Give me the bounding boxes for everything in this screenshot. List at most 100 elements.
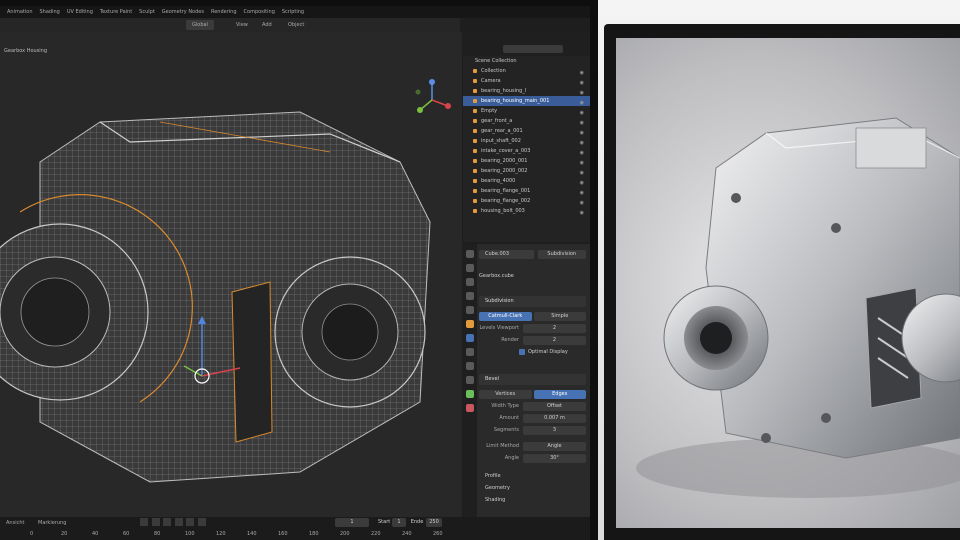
outliner-item[interactable]: bearing_housing_main_001 ◉ <box>463 96 590 106</box>
outliner-item[interactable]: Collection ◉ <box>463 66 590 76</box>
modifier-tab-icon[interactable] <box>466 334 474 342</box>
workspace-tab[interactable]: Geometry Nodes <box>162 9 204 15</box>
outliner-item[interactable]: bearing_2000_001 ◉ <box>463 156 590 166</box>
outliner-item[interactable]: housing_bolt_003 ◉ <box>463 206 590 216</box>
outliner-item[interactable]: bearing_4000 ◉ <box>463 176 590 186</box>
world-tab-icon[interactable] <box>466 306 474 314</box>
outliner-item[interactable]: gear_rear_a_001 ◉ <box>463 126 590 136</box>
shading-subpanel[interactable]: Shading <box>479 494 586 506</box>
visibility-eye-icon[interactable]: ◉ <box>580 158 584 166</box>
data-tab-icon[interactable] <box>466 390 474 398</box>
visibility-eye-icon[interactable]: ◉ <box>580 138 584 146</box>
view-menu[interactable]: View <box>236 18 248 32</box>
editor-screen: Animation Shading UV Editing Texture Paint S… <box>0 6 590 540</box>
workspace-tab[interactable]: Texture Paint <box>100 9 132 15</box>
particles-tab-icon[interactable] <box>466 348 474 356</box>
timeline-view-menu[interactable]: Ansicht <box>6 520 24 526</box>
object-icon <box>473 159 477 163</box>
outliner-item-label: bearing_flange_002 <box>481 198 531 204</box>
visibility-eye-icon[interactable]: ◉ <box>580 168 584 176</box>
outliner-item[interactable]: Empty ◉ <box>463 106 590 116</box>
visibility-eye-icon[interactable]: ◉ <box>580 148 584 156</box>
prev-keyframe-icon[interactable] <box>151 518 160 526</box>
visibility-eye-icon[interactable]: ◉ <box>580 128 584 136</box>
edges-toggle[interactable]: Edges <box>533 389 586 399</box>
levels-viewport-field[interactable]: 2 <box>523 323 586 333</box>
simple-toggle[interactable]: Simple <box>533 311 586 321</box>
workspace-tab[interactable]: Sculpt <box>139 9 155 15</box>
visibility-eye-icon[interactable]: ◉ <box>580 188 584 196</box>
outliner-item[interactable]: bearing_flange_001 ◉ <box>463 186 590 196</box>
play-icon[interactable] <box>174 518 183 526</box>
outliner-item[interactable]: gear_front_a ◉ <box>463 116 590 126</box>
render-tab-icon[interactable] <box>466 264 474 272</box>
object-menu[interactable]: Object <box>288 18 304 32</box>
object-name-field[interactable]: Cube.003 <box>479 249 534 259</box>
outliner-item[interactable]: bearing_housing_l ◉ <box>463 86 590 96</box>
bevel-panel-header[interactable]: Bevel <box>479 374 586 385</box>
object-icon <box>473 129 477 133</box>
current-frame-field[interactable]: 1 <box>335 518 369 527</box>
profile-subpanel[interactable]: Profile <box>479 470 586 482</box>
timeline-marker-menu[interactable]: Markierung <box>38 520 66 526</box>
segments-label: Segments <box>493 427 519 433</box>
levels-viewport-label: Levels Viewport <box>479 325 519 331</box>
outliner-item[interactable]: bearing_2000_002 ◉ <box>463 166 590 176</box>
outliner-item-label: bearing_flange_001 <box>481 188 531 194</box>
visibility-eye-icon[interactable]: ◉ <box>580 68 584 76</box>
visibility-eye-icon[interactable]: ◉ <box>580 78 584 86</box>
bevel-panel: Bevel Vertices Edges Width Type Offset Am… <box>479 374 586 506</box>
modifier-name-field[interactable]: Subdivision <box>537 249 586 259</box>
outliner-item[interactable]: intake_cover_a_003 ◉ <box>463 146 590 156</box>
play-reverse-icon[interactable] <box>163 518 172 526</box>
jump-start-icon[interactable] <box>140 518 148 526</box>
output-tab-icon[interactable] <box>466 278 474 286</box>
add-menu[interactable]: Add <box>262 18 272 32</box>
tool-tab-icon[interactable] <box>466 250 474 258</box>
object-name-row: Cube.003 Subdivision <box>479 248 586 260</box>
physics-tab-icon[interactable] <box>466 362 474 370</box>
workspace-tab[interactable]: UV Editing <box>67 9 93 15</box>
segments-field[interactable]: 3 <box>523 425 586 435</box>
constraints-tab-icon[interactable] <box>466 376 474 384</box>
outliner-item[interactable]: Camera ◉ <box>463 76 590 86</box>
workspace-tab[interactable]: Scripting <box>282 9 304 15</box>
workspace-tab[interactable]: Shading <box>40 9 60 15</box>
width-type-select[interactable]: Offset <box>523 401 586 411</box>
visibility-eye-icon[interactable]: ◉ <box>580 98 584 106</box>
material-tab-icon[interactable] <box>466 404 474 412</box>
geometry-subpanel[interactable]: Geometry <box>479 482 586 494</box>
angle-field[interactable]: 30° <box>523 453 586 463</box>
start-frame-field[interactable]: 1 <box>392 518 406 527</box>
workspace-tab[interactable]: Animation <box>7 9 33 15</box>
visibility-eye-icon[interactable]: ◉ <box>580 118 584 126</box>
visibility-eye-icon[interactable]: ◉ <box>580 108 584 116</box>
transform-orientation-select[interactable]: Global <box>186 20 214 30</box>
subdivision-panel-header[interactable]: Subdivision <box>479 296 586 307</box>
next-keyframe-icon[interactable] <box>186 518 195 526</box>
gearbox-wireframe-mesh[interactable] <box>0 102 440 492</box>
workspace-tab[interactable]: Compositing <box>244 9 275 15</box>
jump-end-icon[interactable] <box>197 518 206 526</box>
outliner-item-label: bearing_housing_main_001 <box>481 98 550 104</box>
scene-tab-icon[interactable] <box>466 292 474 300</box>
object-icon <box>473 189 477 193</box>
outliner-scene-collection[interactable]: Scene Collection <box>463 56 590 66</box>
visibility-eye-icon[interactable]: ◉ <box>580 208 584 216</box>
workspace-tab[interactable]: Rendering <box>211 9 237 15</box>
outliner-search-input[interactable] <box>503 45 563 53</box>
end-frame-field[interactable]: 250 <box>426 518 442 527</box>
outliner-item[interactable]: bearing_flange_002 ◉ <box>463 196 590 206</box>
render-levels-field[interactable]: 2 <box>523 335 586 345</box>
visibility-eye-icon[interactable]: ◉ <box>580 178 584 186</box>
amount-field[interactable]: 0.007 m <box>523 413 586 423</box>
optimal-display-checkbox[interactable] <box>519 349 525 355</box>
limit-method-select[interactable]: Angle <box>523 441 586 451</box>
visibility-eye-icon[interactable]: ◉ <box>580 198 584 206</box>
vertices-toggle[interactable]: Vertices <box>479 389 532 399</box>
outliner-item[interactable]: input_shaft_002 ◉ <box>463 136 590 146</box>
3d-viewport[interactable]: Gearbox Housing <box>0 32 462 517</box>
object-tab-icon[interactable] <box>466 320 474 328</box>
visibility-eye-icon[interactable]: ◉ <box>580 88 584 96</box>
catmull-clark-toggle[interactable]: Catmull-Clark <box>479 311 532 321</box>
